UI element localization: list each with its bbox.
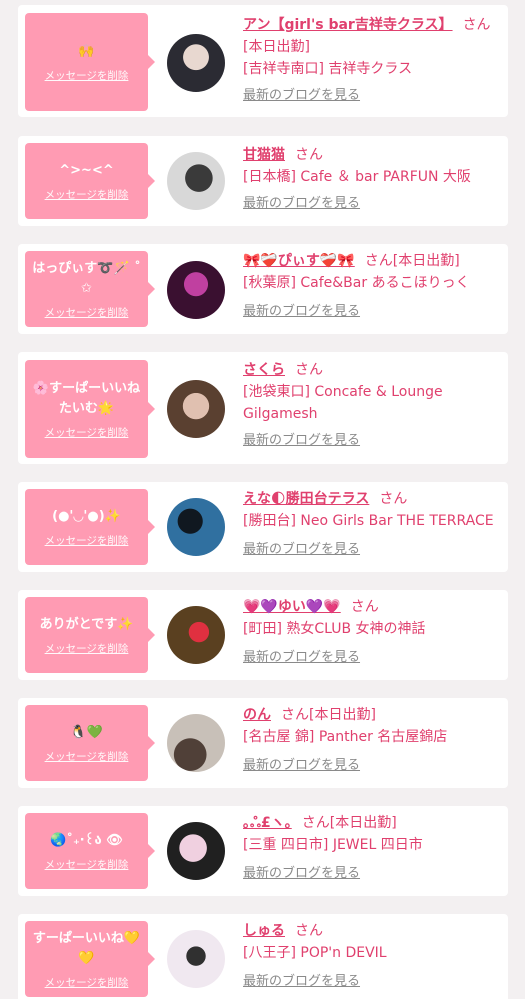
- avatar[interactable]: [167, 152, 225, 210]
- message-card: 🙌 メッセージを削除 アン【girl's bar吉祥寺クラス】 さん [本日出勤]…: [18, 5, 508, 117]
- latest-blog-link[interactable]: 最新のブログを見る: [243, 648, 360, 668]
- message-bubble: ありがとです✨ メッセージを削除: [25, 597, 155, 673]
- shop-name: [町田] 熟女CLUB 女神の神話: [243, 621, 426, 637]
- message-card: 🐧💚 メッセージを削除 のん さん[本日出勤] [名古屋 錦] Panther 名…: [18, 698, 508, 788]
- girl-name-link[interactable]: しゅる: [243, 923, 285, 939]
- work-status: [本日出勤]: [243, 39, 310, 55]
- message-bubble: 🙌 メッセージを削除: [25, 13, 155, 111]
- message-text: 🌸すーぱーいいねたいむ🌟: [32, 380, 141, 416]
- work-status: [本日出勤]: [309, 707, 376, 723]
- message-text: ^>~<^: [59, 162, 114, 178]
- message-text: (●'◡'●)✨: [52, 508, 121, 524]
- latest-blog-link[interactable]: 最新のブログを見る: [243, 431, 360, 451]
- work-status: [本日出勤]: [329, 815, 397, 831]
- shop-name: [三重 四日市] JEWEL 四日市: [243, 837, 423, 853]
- message-bubble: すーぱーいいね💛💛 メッセージを削除: [25, 921, 155, 997]
- san-suffix: さん: [364, 253, 393, 269]
- delete-message-link[interactable]: メッセージを削除: [45, 68, 129, 83]
- message-text: すーぱーいいね💛💛: [32, 930, 141, 966]
- girl-name-link[interactable]: 甘猫猫: [243, 147, 285, 163]
- message-bubble: 🌏˚₊‧꒰ა 👁 メッセージを削除: [25, 813, 155, 889]
- message-text: 🐧💚: [70, 724, 103, 740]
- san-suffix: さん: [295, 362, 323, 378]
- latest-blog-link[interactable]: 最新のブログを見る: [243, 194, 360, 214]
- delete-message-link[interactable]: メッセージを削除: [45, 857, 129, 872]
- san-suffix: さん: [350, 599, 379, 615]
- san-suffix: さん: [462, 17, 491, 33]
- work-status: [本日出勤]: [392, 253, 460, 269]
- message-bubble: はっぴぃす➰🪄 ˚✩ メッセージを削除: [25, 251, 155, 327]
- latest-blog-link[interactable]: 最新のブログを見る: [243, 302, 360, 322]
- shop-name: [勝田台] Neo Girls Bar THE TERRACE: [243, 513, 494, 529]
- message-text: はっぴぃす➰🪄 ˚✩: [32, 260, 141, 296]
- avatar[interactable]: [167, 930, 225, 988]
- san-suffix: さん: [281, 707, 309, 723]
- latest-blog-link[interactable]: 最新のブログを見る: [243, 86, 360, 106]
- girl-name-link[interactable]: 💗💜ゆい💜💗: [243, 599, 341, 615]
- san-suffix: さん: [301, 815, 330, 831]
- delete-message-link[interactable]: メッセージを削除: [45, 641, 129, 656]
- message-text: ありがとです✨: [39, 616, 134, 632]
- avatar[interactable]: [167, 34, 225, 92]
- delete-message-link[interactable]: メッセージを削除: [45, 533, 129, 548]
- avatar[interactable]: [167, 498, 225, 556]
- message-card: (●'◡'●)✨ メッセージを削除 えな🌓勝田台テラス さん [勝田台] Neo …: [18, 482, 508, 572]
- shop-name: [八王子] POP'n DEVIL: [243, 945, 387, 961]
- delete-message-link[interactable]: メッセージを削除: [45, 305, 129, 320]
- girl-name-link[interactable]: のん: [243, 707, 271, 723]
- avatar[interactable]: [167, 261, 225, 319]
- message-card: ^>~<^ メッセージを削除 甘猫猫 さん [日本橋] Cafe ＆ bar PA…: [18, 136, 508, 226]
- message-bubble: 🐧💚 メッセージを削除: [25, 705, 155, 781]
- girl-name-link[interactable]: アン【girl's bar吉祥寺クラス】: [243, 17, 453, 33]
- shop-name: [日本橋] Cafe ＆ bar PARFUN 大阪: [243, 169, 471, 185]
- latest-blog-link[interactable]: 最新のブログを見る: [243, 756, 360, 776]
- message-bubble: (●'◡'●)✨ メッセージを削除: [25, 489, 155, 565]
- delete-message-link[interactable]: メッセージを削除: [45, 749, 129, 764]
- message-card: 🌏˚₊‧꒰ა 👁 メッセージを削除 ｡ஃ£ヽ｡ さん[本日出勤] [三重 四日市]…: [18, 806, 508, 896]
- girl-name-link[interactable]: さくら: [243, 362, 285, 378]
- message-bubble: 🌸すーぱーいいねたいむ🌟 メッセージを削除: [25, 360, 155, 458]
- latest-blog-link[interactable]: 最新のブログを見る: [243, 540, 360, 560]
- girl-name-link[interactable]: えな🌓勝田台テラス: [243, 491, 369, 507]
- message-card: ありがとです✨ メッセージを削除 💗💜ゆい💜💗 さん [町田] 熟女CLUB 女神…: [18, 590, 508, 680]
- shop-name: [名古屋 錦] Panther 名古屋錦店: [243, 729, 448, 745]
- shop-name: [秋葉原] Cafe&Bar あるこほりっく: [243, 275, 470, 291]
- avatar[interactable]: [167, 822, 225, 880]
- shop-name: [吉祥寺南口] 吉祥寺クラス: [243, 61, 413, 77]
- latest-blog-link[interactable]: 最新のブログを見る: [243, 864, 360, 884]
- shop-name: [池袋東口] Concafe & Lounge Gilgamesh: [243, 384, 443, 422]
- san-suffix: さん: [295, 923, 323, 939]
- delete-message-link[interactable]: メッセージを削除: [45, 187, 129, 202]
- girl-name-link[interactable]: 🎀❤️‍🩹ぴぃす❤️‍🩹🎀: [243, 253, 355, 269]
- san-suffix: さん: [379, 491, 408, 507]
- girl-name-link[interactable]: ｡ஃ£ヽ｡: [243, 815, 292, 831]
- avatar[interactable]: [167, 380, 225, 438]
- san-suffix: さん: [295, 147, 323, 163]
- avatar[interactable]: [167, 714, 225, 772]
- message-text: 🙌: [78, 43, 95, 59]
- message-card: すーぱーいいね💛💛 メッセージを削除 しゅる さん [八王子] POP'n DEV…: [18, 914, 508, 999]
- message-card: 🌸すーぱーいいねたいむ🌟 メッセージを削除 さくら さん [池袋東口] Conca…: [18, 352, 508, 464]
- message-card: はっぴぃす➰🪄 ˚✩ メッセージを削除 🎀❤️‍🩹ぴぃす❤️‍🩹🎀 さん[本日出勤…: [18, 244, 508, 334]
- message-text: 🌏˚₊‧꒰ა 👁: [50, 832, 123, 848]
- latest-blog-link[interactable]: 最新のブログを見る: [243, 972, 360, 992]
- avatar[interactable]: [167, 606, 225, 664]
- message-bubble: ^>~<^ メッセージを削除: [25, 143, 155, 219]
- delete-message-link[interactable]: メッセージを削除: [45, 975, 129, 990]
- delete-message-link[interactable]: メッセージを削除: [45, 425, 129, 440]
